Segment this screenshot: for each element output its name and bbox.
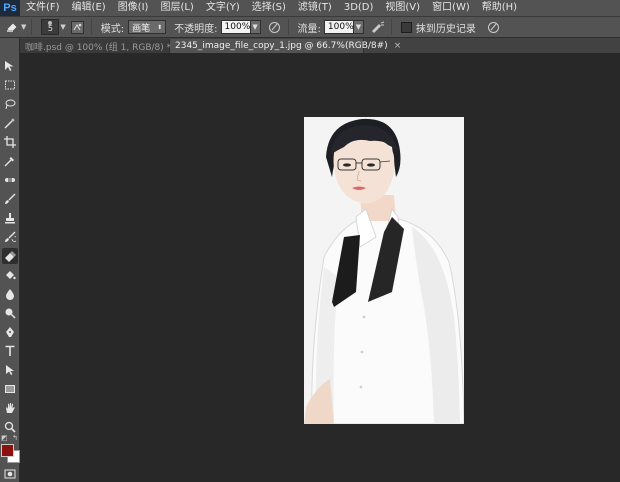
document-tab-bar: 咖啡.psd @ 100% (组 1, RGB/8) * × 2345_imag… xyxy=(20,38,620,53)
menu-file[interactable]: 文件(F) xyxy=(20,0,66,16)
tab-document-image[interactable]: 2345_image_file_copy_1.jpg @ 66.7%(RGB/8… xyxy=(170,39,401,53)
opacity-group: 不透明度: 100% ▼ xyxy=(174,20,261,35)
blur-tool-icon[interactable] xyxy=(2,286,18,302)
flow-field[interactable]: 100% xyxy=(323,20,354,34)
opacity-label: 不透明度: xyxy=(174,23,218,35)
menu-3d[interactable]: 3D(D) xyxy=(338,0,380,16)
mode-label: 模式: xyxy=(100,23,125,35)
app-logo: Ps xyxy=(0,0,20,16)
opacity-slider-toggle[interactable]: ▼ xyxy=(250,20,261,34)
brush-panel-icon xyxy=(70,19,86,35)
erase-to-history-label: 抹到历史记录 xyxy=(415,23,476,35)
eraser-preset-icon xyxy=(4,19,20,35)
menu-window[interactable]: 窗口(W) xyxy=(426,0,476,16)
airbrush-button[interactable] xyxy=(370,19,386,35)
toolbox: ◩ ↰ xyxy=(0,38,20,482)
hand-tool-icon[interactable] xyxy=(2,400,18,416)
brush-tool-icon[interactable] xyxy=(2,191,18,207)
default-colors-icon[interactable]: ◩ xyxy=(1,434,8,442)
airbrush-icon xyxy=(370,19,386,35)
divider xyxy=(31,19,33,35)
move-tool-icon[interactable] xyxy=(2,58,18,74)
portrait-illustration xyxy=(304,117,464,424)
menu-help[interactable]: 帮助(H) xyxy=(476,0,523,16)
menu-image[interactable]: 图像(I) xyxy=(112,0,155,16)
divider xyxy=(287,19,289,35)
healing-brush-tool-icon[interactable] xyxy=(2,172,18,188)
menu-bar: Ps 文件(F) 编辑(E) 图像(I) 图层(L) 文字(Y) 选择(S) 滤… xyxy=(0,0,620,16)
menu-edit[interactable]: 编辑(E) xyxy=(66,0,112,16)
menu-layer[interactable]: 图层(L) xyxy=(154,0,199,16)
eraser-tool-icon[interactable] xyxy=(2,248,18,264)
type-tool-icon[interactable] xyxy=(2,343,18,359)
mode-value: 画笔 xyxy=(132,23,151,34)
dodge-tool-icon[interactable] xyxy=(2,305,18,321)
clone-stamp-tool-icon[interactable] xyxy=(2,210,18,226)
close-icon[interactable]: × xyxy=(394,41,402,51)
magic-wand-tool-icon[interactable] xyxy=(2,115,18,131)
menu-items: 文件(F) 编辑(E) 图像(I) 图层(L) 文字(Y) 选择(S) 滤镜(T… xyxy=(20,0,523,16)
canvas-workspace[interactable] xyxy=(20,53,620,482)
pressure-size-icon xyxy=(486,19,502,35)
options-bar: ▼ 5 ▼ 模式: 画笔 ⬍ 不透明度: 100% ▼ 流量: 100% ▼ 抹… xyxy=(0,16,620,38)
foreground-color-swatch[interactable] xyxy=(1,444,14,457)
lasso-tool-icon[interactable] xyxy=(2,96,18,112)
updown-icon: ⬍ xyxy=(157,23,163,31)
menu-select[interactable]: 选择(S) xyxy=(246,0,292,16)
eyedropper-tool-icon[interactable] xyxy=(2,153,18,169)
tab-label: 2345_image_file_copy_1.jpg @ 66.7%(RGB/8… xyxy=(175,41,388,51)
brush-panel-toggle[interactable] xyxy=(70,19,86,35)
pressure-opacity-button[interactable] xyxy=(267,19,283,35)
document-canvas[interactable] xyxy=(304,117,464,424)
chevron-down-icon: ▼ xyxy=(252,23,258,31)
rectangle-tool-icon[interactable] xyxy=(2,381,18,397)
erase-to-history-checkbox[interactable] xyxy=(400,21,412,33)
zoom-tool-icon[interactable] xyxy=(2,419,18,435)
pressure-size-button[interactable] xyxy=(486,19,502,35)
quick-mask-icon[interactable] xyxy=(2,466,18,482)
paint-bucket-tool-icon[interactable] xyxy=(2,267,18,283)
tool-preset-picker[interactable]: ▼ xyxy=(4,19,26,35)
flow-group: 流量: 100% ▼ xyxy=(298,20,364,35)
mode-dropdown[interactable]: 画笔 ⬍ xyxy=(128,20,167,34)
divider xyxy=(390,19,392,35)
swap-colors-icon[interactable]: ↰ xyxy=(12,434,18,442)
chevron-down-icon: ▼ xyxy=(21,23,27,31)
brush-size-value: 5 xyxy=(47,24,53,33)
chevron-down-icon: ▼ xyxy=(60,23,66,31)
divider xyxy=(90,19,92,35)
tab-label: 咖啡.psd @ 100% (组 1, RGB/8) * xyxy=(25,42,172,53)
flow-label: 流量: xyxy=(297,23,321,35)
marquee-tool-icon[interactable] xyxy=(2,77,18,93)
brush-size-box: 5 xyxy=(41,19,60,35)
pen-tool-icon[interactable] xyxy=(2,324,18,340)
menu-filter[interactable]: 滤镜(T) xyxy=(292,0,338,16)
photoshop-window: Ps 文件(F) 编辑(E) 图像(I) 图层(L) 文字(Y) 选择(S) 滤… xyxy=(0,0,620,482)
path-selection-tool-icon[interactable] xyxy=(2,362,18,378)
mode-group: 模式: 画笔 ⬍ xyxy=(100,20,167,35)
brush-size-picker[interactable]: 5 ▼ xyxy=(41,19,66,35)
erase-to-history-option[interactable]: 抹到历史记录 xyxy=(400,20,476,35)
opacity-field[interactable]: 100% xyxy=(220,20,251,34)
menu-type[interactable]: 文字(Y) xyxy=(200,0,246,16)
tab-document-coffee[interactable]: 咖啡.psd @ 100% (组 1, RGB/8) * × xyxy=(20,39,185,53)
flow-slider-toggle[interactable]: ▼ xyxy=(353,20,364,34)
pressure-opacity-icon xyxy=(267,19,283,35)
chevron-down-icon: ▼ xyxy=(355,23,362,31)
history-brush-tool-icon[interactable] xyxy=(2,229,18,245)
menu-view[interactable]: 视图(V) xyxy=(379,0,426,16)
crop-tool-icon[interactable] xyxy=(2,134,18,150)
